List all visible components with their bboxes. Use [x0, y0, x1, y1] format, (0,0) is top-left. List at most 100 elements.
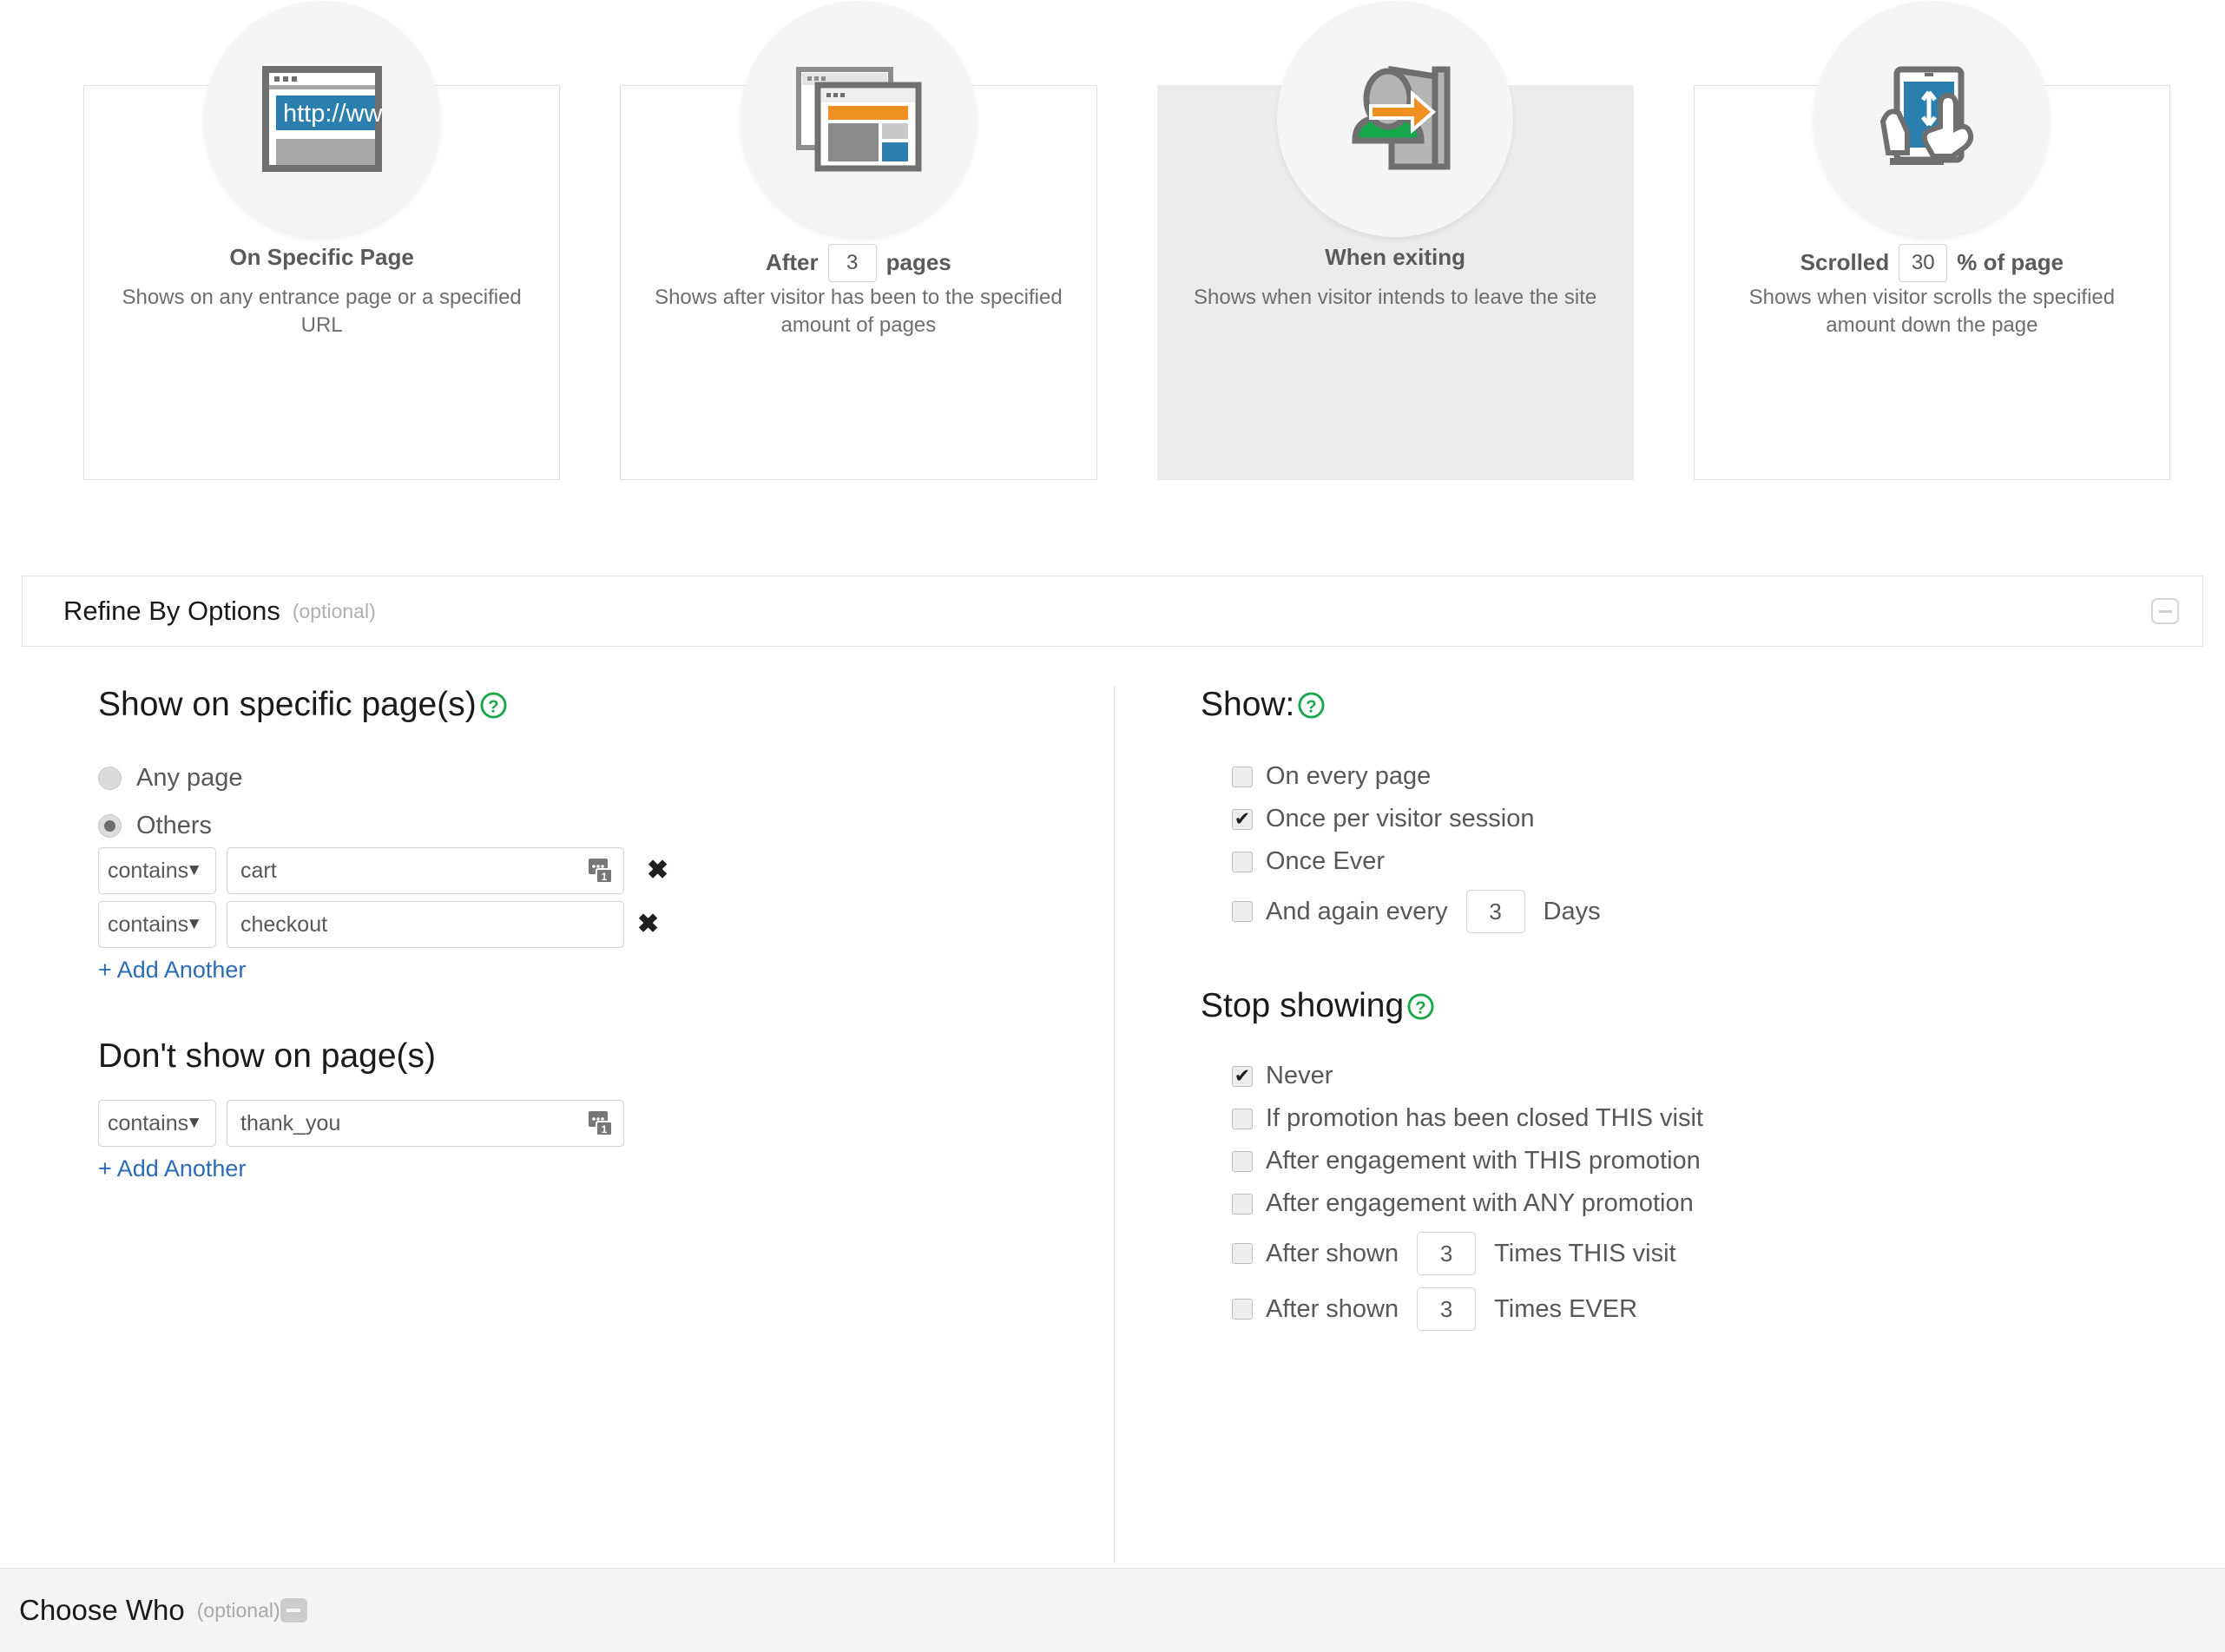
checkbox-and-again-every-label: And again every	[1266, 898, 1448, 926]
checkbox-and-again-every-control[interactable]	[1232, 901, 1253, 922]
and-again-every-days-suffix: Days	[1544, 898, 1601, 926]
dont-show-rule-value-input[interactable]	[227, 1100, 624, 1147]
question-mark-icon[interactable]: ?	[1407, 993, 1434, 1020]
trigger-cards-row: http://ww On Specific Page Shows on any …	[83, 85, 2170, 480]
radio-others-control[interactable]	[98, 814, 122, 838]
choose-who-optional-label: (optional)	[197, 1599, 280, 1622]
minus-icon[interactable]	[2151, 598, 2179, 624]
scroll-tablet-hand-icon	[1814, 1, 2050, 237]
add-another-show-rule-link[interactable]: + Add Another	[98, 957, 246, 984]
svg-text:http://ww: http://ww	[283, 100, 382, 128]
show-rule-value-input[interactable]	[227, 847, 624, 894]
checkbox-never-control[interactable]	[1232, 1066, 1253, 1087]
checkbox-and-again-every[interactable]: And again every Days	[1232, 890, 2156, 933]
checkbox-after-shown-times-this-visit-control[interactable]	[1232, 1243, 1253, 1264]
checkbox-after-shown-times-this-visit-label: After shown	[1266, 1240, 1399, 1268]
trigger-card-after-pages[interactable]: After pages Shows after visitor has been…	[620, 85, 1096, 480]
after-pages-input[interactable]	[828, 244, 877, 282]
trigger-card-description: Shows after visitor has been to the spec…	[643, 284, 1073, 339]
trigger-card-title-text: On Specific Page	[229, 244, 413, 271]
after-shown-times-this-visit-suffix: Times THIS visit	[1494, 1240, 1675, 1268]
svg-text:?: ?	[488, 697, 498, 716]
trigger-card-when-exiting[interactable]: When exiting Shows when visitor intends …	[1157, 85, 1634, 480]
dont-show-rule-operator-wrap: contains ▼	[98, 1100, 216, 1147]
choose-who-header[interactable]: Choose Who (optional)	[0, 1568, 2225, 1652]
trigger-card-description: Shows when visitor scrolls the specified…	[1717, 284, 2147, 339]
checkbox-after-engagement-any-promotion-label: After engagement with ANY promotion	[1266, 1189, 1694, 1218]
show-on-specific-pages-heading: Show on specific page(s) ?	[98, 686, 1053, 724]
after-shown-times-ever-input[interactable]	[1417, 1287, 1476, 1331]
close-x-icon[interactable]: ✖	[637, 912, 659, 938]
radio-any-page[interactable]: Any page	[98, 764, 1053, 793]
minus-bar	[286, 1609, 300, 1612]
show-rule-value-input[interactable]	[227, 901, 624, 948]
show-heading: Show: ?	[1201, 686, 2156, 724]
checkbox-after-shown-times-ever[interactable]: After shown Times EVER	[1232, 1287, 2156, 1331]
add-another-dont-show-rule-link[interactable]: + Add Another	[98, 1155, 246, 1182]
show-heading-text: Show:	[1201, 686, 1294, 724]
and-again-every-days-input[interactable]	[1466, 890, 1525, 933]
refine-by-options-body: Show on specific page(s) ? Any page Othe…	[0, 686, 2225, 1563]
trigger-card-scrolled[interactable]: Scrolled % of page Shows when visitor sc…	[1694, 85, 2170, 480]
checkbox-after-engagement-any-promotion-control[interactable]	[1232, 1194, 1253, 1214]
radio-others[interactable]: Others	[98, 812, 1053, 840]
checkbox-after-engagement-this-promotion[interactable]: After engagement with THIS promotion	[1232, 1147, 2156, 1175]
show-on-specific-pages-heading-text: Show on specific page(s)	[98, 686, 477, 724]
checkbox-after-engagement-this-promotion-label: After engagement with THIS promotion	[1266, 1147, 1701, 1175]
show-options-list: On every page Once per visitor session O…	[1232, 762, 2156, 933]
checkbox-after-engagement-any-promotion[interactable]: After engagement with ANY promotion	[1232, 1189, 2156, 1218]
checkbox-after-shown-times-ever-label: After shown	[1266, 1295, 1399, 1324]
checkbox-if-promotion-closed-this-visit-control[interactable]	[1232, 1109, 1253, 1129]
stop-showing-options-list: Never If promotion has been closed THIS …	[1232, 1062, 2156, 1331]
after-suffix-label: pages	[886, 249, 951, 276]
checkbox-after-engagement-this-promotion-control[interactable]	[1232, 1151, 1253, 1172]
scrolled-prefix-label: Scrolled	[1800, 249, 1890, 276]
radio-any-page-label: Any page	[136, 764, 243, 793]
refine-by-options-header[interactable]: Refine By Options (optional)	[22, 576, 2203, 647]
stacked-pages-icon	[741, 1, 977, 237]
checkbox-once-per-visitor-session-control[interactable]	[1232, 809, 1253, 830]
choose-who-title: Choose Who	[19, 1594, 185, 1627]
svg-text:?: ?	[1307, 697, 1317, 716]
person-exit-door-icon	[1277, 1, 1513, 237]
radio-any-page-control[interactable]	[98, 767, 122, 790]
checkbox-if-promotion-closed-this-visit-label: If promotion has been closed THIS visit	[1266, 1104, 1703, 1133]
checkbox-after-shown-times-this-visit[interactable]: After shown Times THIS visit	[1232, 1232, 2156, 1275]
checkbox-on-every-page-control[interactable]	[1232, 767, 1253, 787]
question-mark-icon[interactable]: ?	[1298, 692, 1325, 719]
show-rule-operator-select[interactable]: contains	[98, 901, 216, 948]
trigger-card-title: After pages	[621, 244, 1096, 282]
scrolled-percent-input[interactable]	[1899, 244, 1947, 282]
checkbox-once-ever[interactable]: Once Ever	[1232, 847, 2156, 876]
trigger-card-title: When exiting	[1158, 244, 1633, 271]
show-rule-operator-wrap: contains ▼	[98, 901, 216, 948]
browser-url-icon: http://ww	[204, 1, 440, 237]
refine-left-column: Show on specific page(s) ? Any page Othe…	[98, 686, 1053, 1182]
checkbox-never[interactable]: Never	[1232, 1062, 2156, 1090]
show-rule-row: contains ▼ ✖	[98, 901, 1053, 948]
question-mark-icon[interactable]: ?	[480, 692, 507, 719]
minus-bar	[2159, 610, 2172, 613]
svg-text:?: ?	[1415, 998, 1425, 1017]
after-shown-times-this-visit-input[interactable]	[1417, 1232, 1476, 1275]
after-prefix-label: After	[766, 249, 819, 276]
refine-right-column: Show: ? On every page Once per visitor s…	[1201, 686, 2156, 1331]
trigger-card-description: Shows when visitor intends to leave the …	[1181, 284, 1610, 312]
trigger-card-title: On Specific Page	[84, 244, 559, 271]
trigger-card-description: Shows on any entrance page or a specifie…	[107, 284, 537, 339]
show-rule-value-wrap: 1	[227, 847, 624, 894]
dont-show-rule-operator-select[interactable]: contains	[98, 1100, 216, 1147]
checkbox-on-every-page[interactable]: On every page	[1232, 762, 2156, 791]
checkbox-once-per-visitor-session[interactable]: Once per visitor session	[1232, 805, 2156, 833]
trigger-card-on-specific-page[interactable]: http://ww On Specific Page Shows on any …	[83, 85, 560, 480]
checkbox-once-ever-control[interactable]	[1232, 852, 1253, 872]
show-rule-operator-select[interactable]: contains	[98, 847, 216, 894]
show-rule-value-wrap	[227, 901, 624, 948]
show-rule-operator-wrap: contains ▼	[98, 847, 216, 894]
close-x-icon[interactable]: ✖	[647, 858, 668, 884]
checkbox-if-promotion-closed-this-visit[interactable]: If promotion has been closed THIS visit	[1232, 1104, 2156, 1133]
minus-icon[interactable]	[280, 1598, 307, 1622]
scrolled-suffix-label: % of page	[1957, 249, 2064, 276]
show-rule-row: contains ▼ 1 ✖	[98, 847, 1053, 894]
checkbox-after-shown-times-ever-control[interactable]	[1232, 1299, 1253, 1320]
